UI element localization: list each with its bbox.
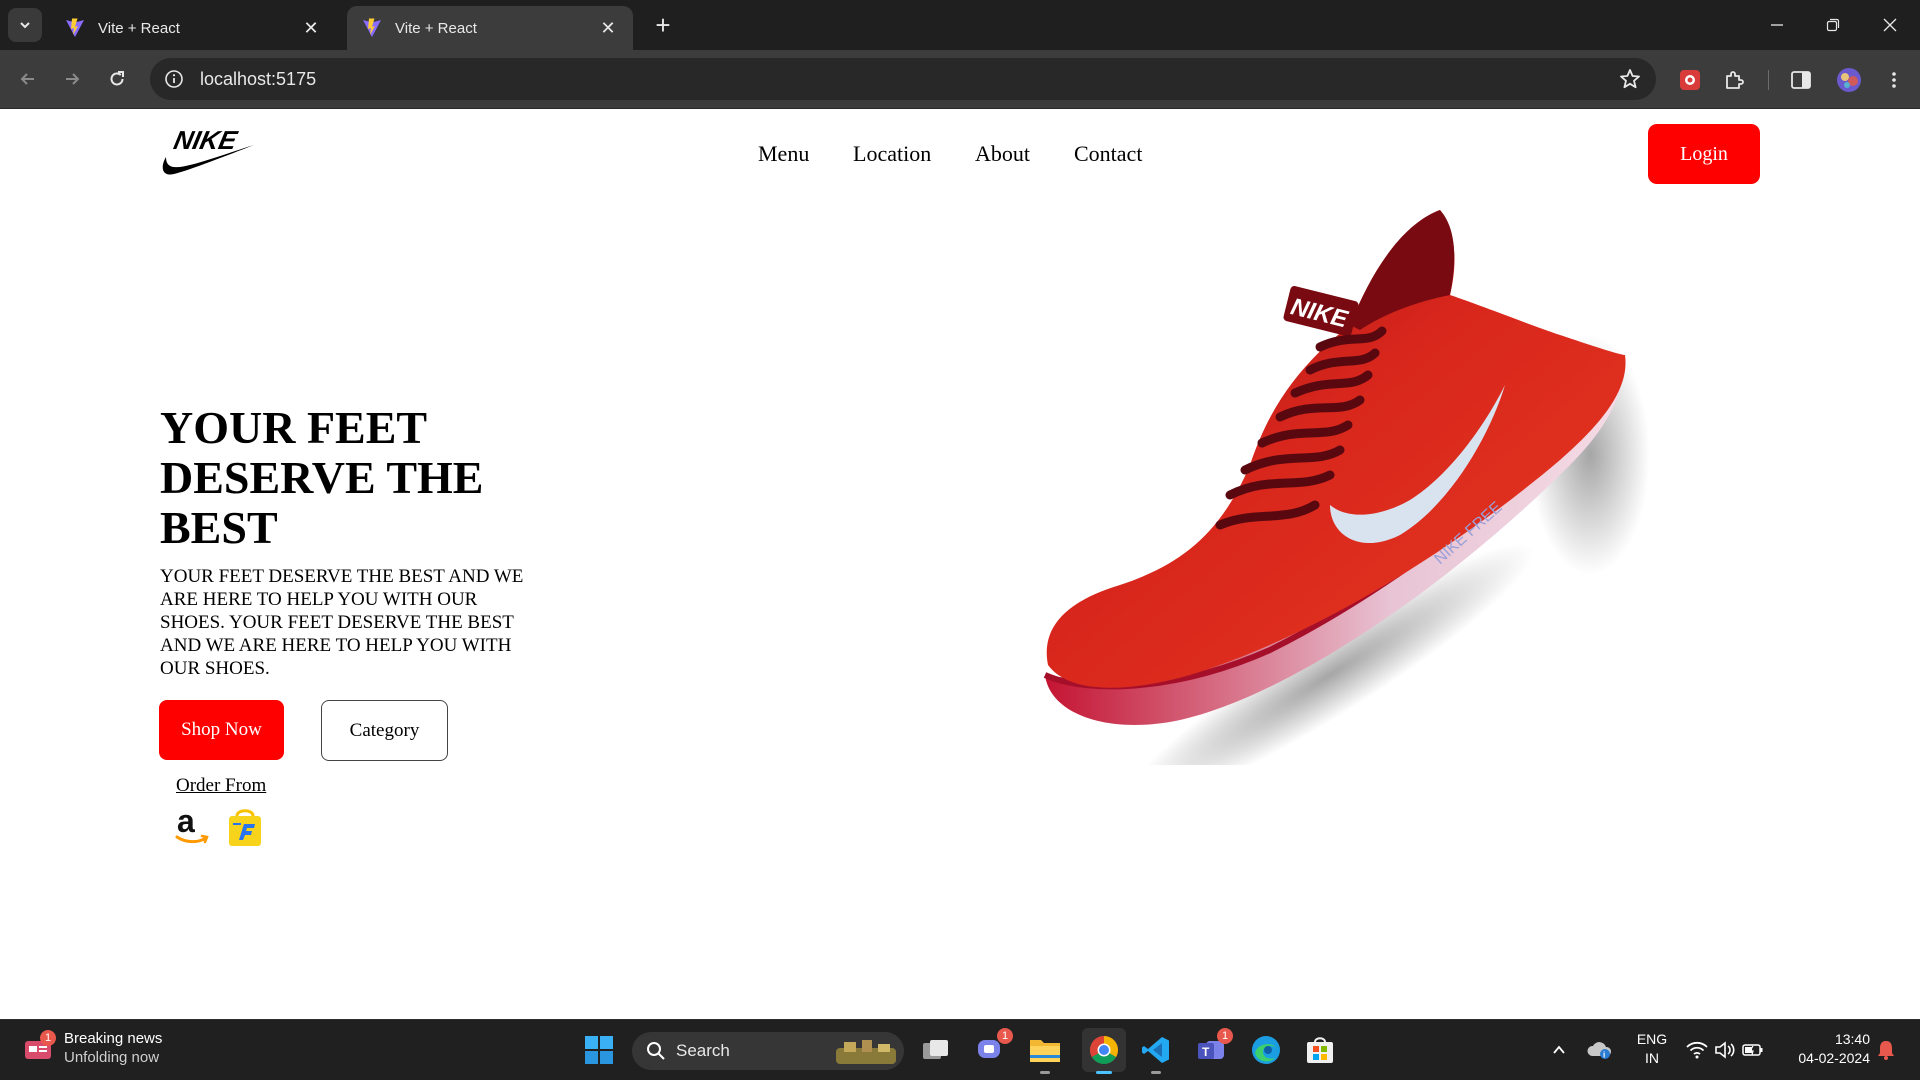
running-indicator — [1040, 1071, 1050, 1074]
close-tab-icon[interactable]: ✕ — [300, 17, 322, 39]
category-button[interactable]: Category — [321, 700, 448, 761]
chevron-up-icon — [1553, 1045, 1565, 1054]
address-bar[interactable]: localhost:5175 — [150, 58, 1656, 100]
vscode-button[interactable] — [1138, 1032, 1174, 1074]
nav-location[interactable]: Location — [853, 141, 931, 167]
arrow-right-icon — [66, 73, 80, 85]
volume-icon[interactable] — [1711, 1032, 1739, 1068]
teams-button[interactable]: T 1 — [1193, 1028, 1233, 1068]
vite-icon — [363, 18, 381, 37]
language-indicator[interactable]: ENG IN — [1632, 1030, 1672, 1068]
more-menu-icon[interactable] — [1880, 66, 1908, 94]
tab-search-button[interactable] — [8, 8, 42, 42]
date-text: 04-02-2024 — [1798, 1050, 1870, 1066]
show-hidden-icons[interactable] — [1545, 1032, 1573, 1068]
search-highlight-icon — [836, 1040, 896, 1064]
restore-button[interactable] — [1805, 0, 1861, 50]
browser-tab-bar: Vite + React ✕ Vite + React ✕ + — [0, 0, 1920, 50]
vite-icon — [66, 18, 84, 37]
restore-icon — [1826, 18, 1840, 32]
windows-taskbar: 1 Breaking news Unfolding now Search 1 T… — [0, 1019, 1920, 1080]
news-widget[interactable]: 1 Breaking news Unfolding now — [22, 1030, 162, 1066]
nav-menu[interactable]: Menu — [758, 141, 809, 167]
edge-button[interactable] — [1248, 1032, 1284, 1068]
tab-title: Vite + React — [395, 19, 477, 37]
active-indicator — [1096, 1071, 1112, 1074]
running-indicator — [1151, 1071, 1161, 1074]
toolbar-divider — [1768, 70, 1769, 90]
nike-logo[interactable]: NIKE — [158, 123, 256, 177]
start-button[interactable] — [581, 1032, 617, 1068]
task-view-icon — [923, 1040, 948, 1059]
browser-tab-active[interactable]: Vite + React ✕ — [347, 6, 633, 50]
bookmark-star-icon[interactable] — [1618, 67, 1642, 91]
reload-button[interactable] — [102, 64, 132, 94]
hero-title: YOUR FEET DESERVE THE BEST — [160, 402, 484, 553]
chrome-icon — [1090, 1036, 1118, 1064]
hero-shoe-image: NIKE NIKE FREE — [1043, 210, 1650, 765]
flipkart-icon[interactable] — [225, 806, 265, 848]
browser-tab[interactable]: Vite + React ✕ — [50, 6, 336, 50]
teams-badge: 1 — [1217, 1028, 1233, 1044]
svg-text:T: T — [1202, 1045, 1210, 1059]
extensions-puzzle-icon[interactable] — [1721, 66, 1749, 94]
shop-now-button[interactable]: Shop Now — [159, 700, 284, 760]
extension-screen-recorder-icon[interactable] — [1676, 66, 1704, 94]
windows-icon — [585, 1036, 613, 1064]
chevron-down-icon — [20, 22, 30, 29]
reload-icon — [110, 71, 124, 86]
amazon-icon[interactable]: a — [174, 805, 210, 849]
hero-description: YOUR FEET DESERVE THE BEST AND WE ARE HE… — [160, 566, 524, 679]
time-text: 13:40 — [1834, 1031, 1870, 1047]
search-icon — [647, 1042, 665, 1060]
store-icon — [1307, 1037, 1333, 1063]
web-page: NIKE Menu Location About Contact Login Y… — [0, 109, 1920, 1019]
new-tab-button[interactable]: + — [648, 10, 678, 40]
taskbar-search[interactable]: Search — [632, 1032, 904, 1070]
vscode-icon — [1142, 1037, 1169, 1063]
profile-avatar[interactable] — [1835, 66, 1863, 94]
nav-about[interactable]: About — [975, 141, 1030, 167]
arrow-left-icon — [20, 73, 34, 85]
close-tab-icon[interactable]: ✕ — [597, 17, 619, 39]
file-explorer-button[interactable] — [1027, 1032, 1063, 1074]
nav-contact[interactable]: Contact — [1074, 141, 1142, 167]
clock[interactable]: 13:40 04-02-2024 — [1780, 1030, 1870, 1068]
order-from-label: Order From — [176, 775, 267, 796]
news-title: Breaking news — [64, 1030, 163, 1047]
onedrive-icon[interactable]: i — [1585, 1032, 1615, 1068]
news-badge: 1 — [40, 1030, 56, 1046]
svg-text:a: a — [177, 805, 195, 839]
browser-toolbar: localhost:5175 — [0, 50, 1920, 109]
back-button[interactable] — [13, 64, 43, 94]
forward-button[interactable] — [57, 64, 87, 94]
task-view-button[interactable] — [918, 1032, 954, 1068]
microsoft-store-button[interactable] — [1302, 1032, 1338, 1068]
folder-icon — [1030, 1040, 1060, 1062]
tab-title: Vite + React — [98, 19, 180, 37]
site-info-icon[interactable] — [162, 67, 186, 91]
close-icon — [1883, 18, 1897, 32]
edge-icon — [1252, 1036, 1280, 1064]
chrome-button[interactable] — [1082, 1028, 1126, 1074]
news-icon: 1 — [22, 1030, 56, 1064]
battery-icon[interactable] — [1739, 1032, 1767, 1068]
minimize-icon — [1771, 24, 1783, 26]
search-label: Search — [676, 1041, 730, 1060]
login-button[interactable]: Login — [1648, 124, 1760, 184]
chat-button[interactable]: 1 — [973, 1028, 1013, 1068]
close-window-button[interactable] — [1862, 0, 1918, 50]
svg-text:NIKE: NIKE — [171, 125, 241, 155]
url-text[interactable]: localhost:5175 — [200, 69, 316, 90]
notifications-bell-icon[interactable] — [1872, 1032, 1900, 1068]
minimize-button[interactable] — [1749, 0, 1805, 50]
svg-text:i: i — [1603, 1051, 1605, 1060]
chat-badge: 1 — [997, 1028, 1013, 1044]
wifi-icon[interactable] — [1683, 1032, 1711, 1068]
side-panel-icon[interactable] — [1787, 66, 1815, 94]
news-subtitle: Unfolding now — [64, 1049, 160, 1066]
